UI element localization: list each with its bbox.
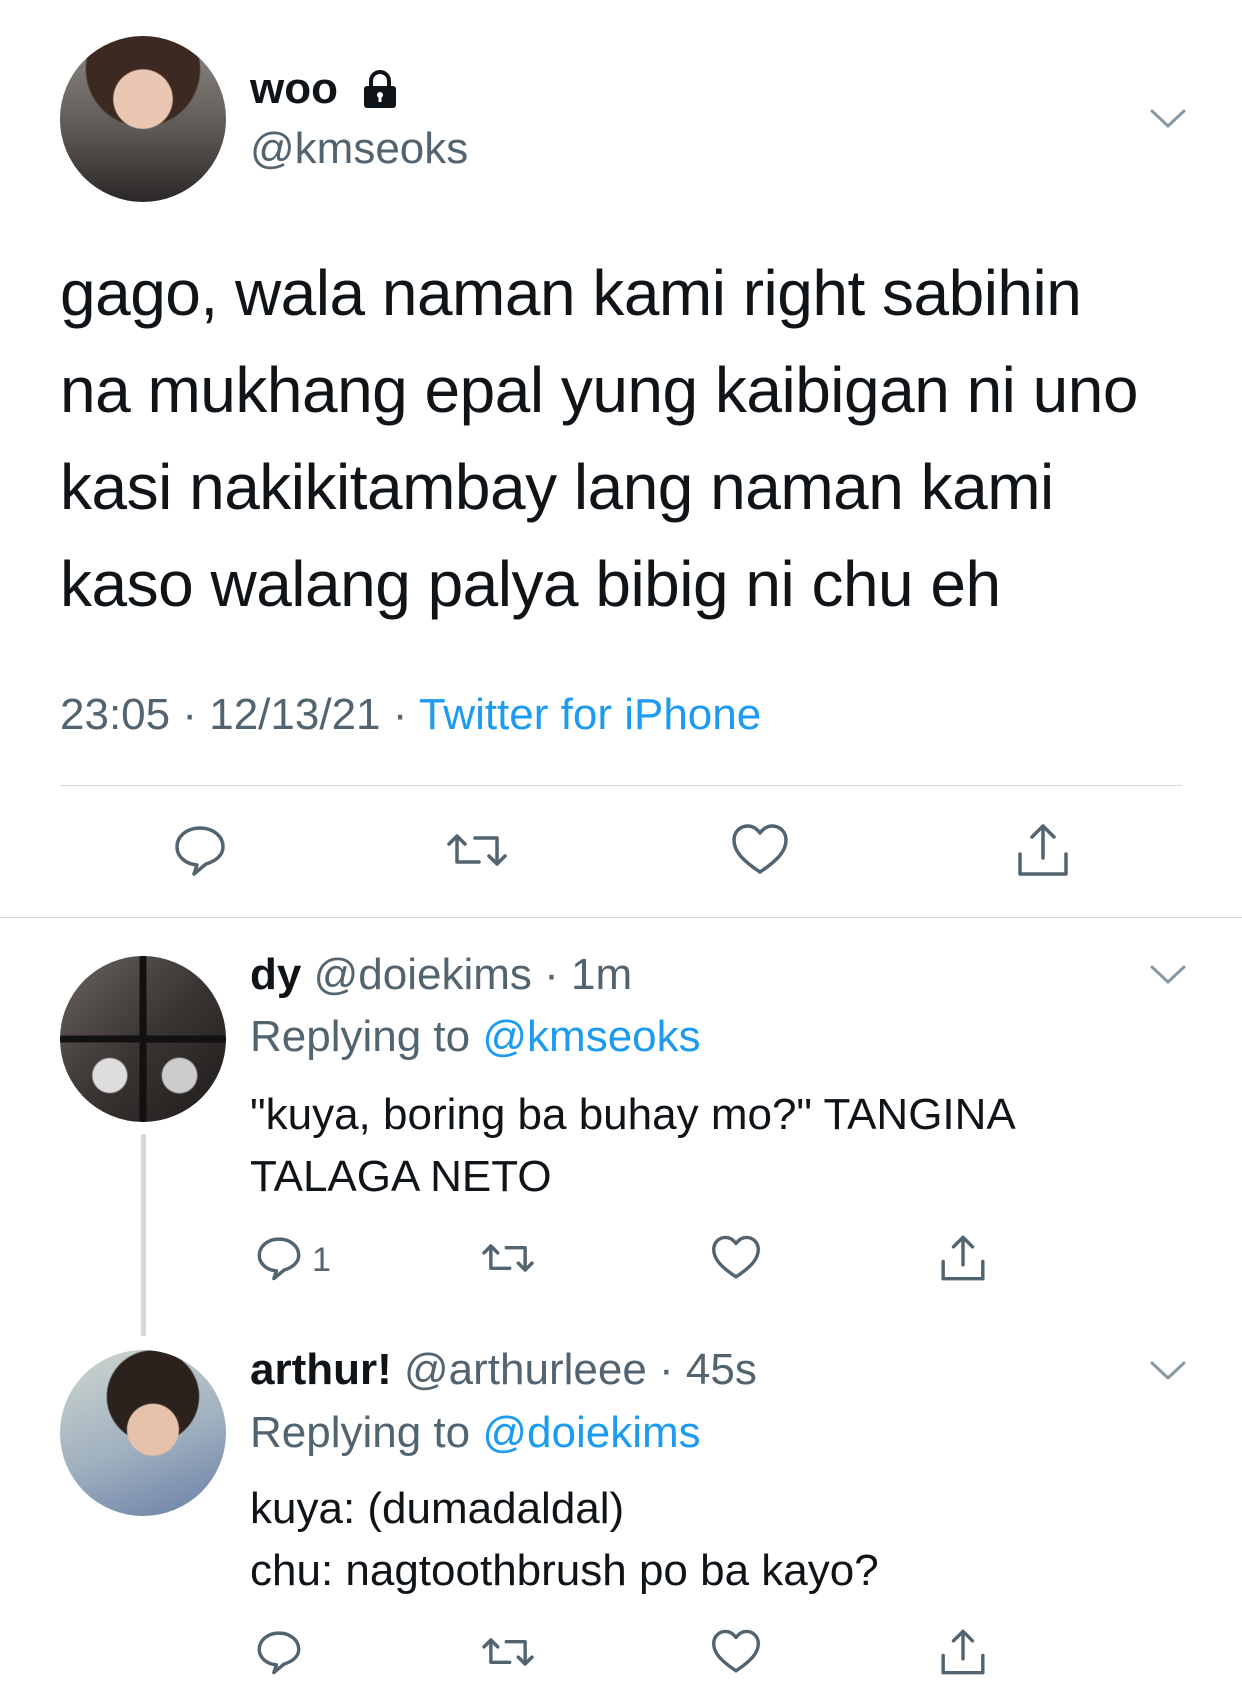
reply-icon [257,1237,301,1281]
share-icon [941,1629,985,1675]
retweet-button[interactable] [445,822,509,878]
tweet-date: 12/13/21 [209,690,381,739]
reply-header: arthur! @arthurleee · 45s [250,1345,757,1395]
reply-icon [257,1631,301,1675]
like-button[interactable] [710,1628,762,1676]
retweet-icon [482,1244,534,1272]
reply-text: "kuya, boring ba buhay mo?" TANGINA TALA… [250,1090,1016,1201]
reply-button[interactable] [255,1628,303,1676]
meta-separator: · [182,690,210,739]
tweet-time: 23:05 [60,690,171,739]
reply-count: 1 [312,1241,331,1279]
avatar[interactable] [60,36,226,202]
reply-button[interactable] [255,1234,303,1282]
tweet-source-link[interactable]: Twitter for iPhone [419,690,761,739]
retweet-icon [447,834,507,866]
tweet-age: 45s [685,1345,757,1394]
avatar[interactable] [60,956,226,1122]
like-button[interactable] [710,1234,762,1282]
meta-separator: · [646,1345,686,1394]
replying-to: Replying to @doiekims [250,1408,701,1458]
tweet-text: gago, wala naman kami right sabihin na m… [60,257,1138,620]
reply-header: dy @doiekims · 1m [250,950,632,1000]
replying-to-link[interactable]: @kmseoks [482,1012,700,1061]
like-icon [712,1235,760,1279]
divider [60,785,1182,786]
meta-separator: · [531,950,571,999]
replying-prefix: Replying to [250,1012,471,1061]
avatar[interactable] [60,1350,226,1516]
meta-separator: · [392,690,419,739]
handle[interactable]: @arthurleee [404,1345,647,1394]
thread-line [141,1134,146,1336]
reply-button[interactable] [172,822,228,878]
replying-prefix: Replying to [250,1408,471,1457]
divider [0,917,1242,918]
share-icon [941,1235,985,1281]
lock-icon [360,70,400,110]
retweet-button[interactable] [480,1628,536,1676]
display-name[interactable]: dy [250,950,301,999]
share-button[interactable] [1014,820,1072,880]
like-icon [732,824,788,874]
like-icon [712,1629,760,1673]
chevron-down-icon[interactable] [1148,1358,1188,1384]
replying-to: Replying to @kmseoks [250,1012,701,1062]
display-name[interactable]: arthur! [250,1345,392,1394]
share-icon [1018,824,1068,876]
retweet-button[interactable] [480,1234,536,1282]
share-button[interactable] [938,1626,988,1678]
display-name[interactable]: woo [250,64,338,114]
chevron-down-icon[interactable] [1148,106,1188,132]
handle[interactable]: @kmseoks [250,124,468,174]
chevron-down-icon[interactable] [1148,962,1188,988]
tweet-age: 1m [570,950,633,999]
retweet-icon [482,1638,534,1666]
handle[interactable]: @doiekims [314,950,532,999]
tweet-meta: 23:05 · 12/13/21 · Twitter for iPhone [60,690,761,740]
like-button[interactable] [730,822,790,878]
reply-icon [175,826,225,876]
replying-to-link[interactable]: @doiekims [482,1408,700,1457]
share-button[interactable] [938,1232,988,1284]
reply-text: kuya: (dumadaldal) chu: nagtoothbrush po… [250,1484,879,1595]
